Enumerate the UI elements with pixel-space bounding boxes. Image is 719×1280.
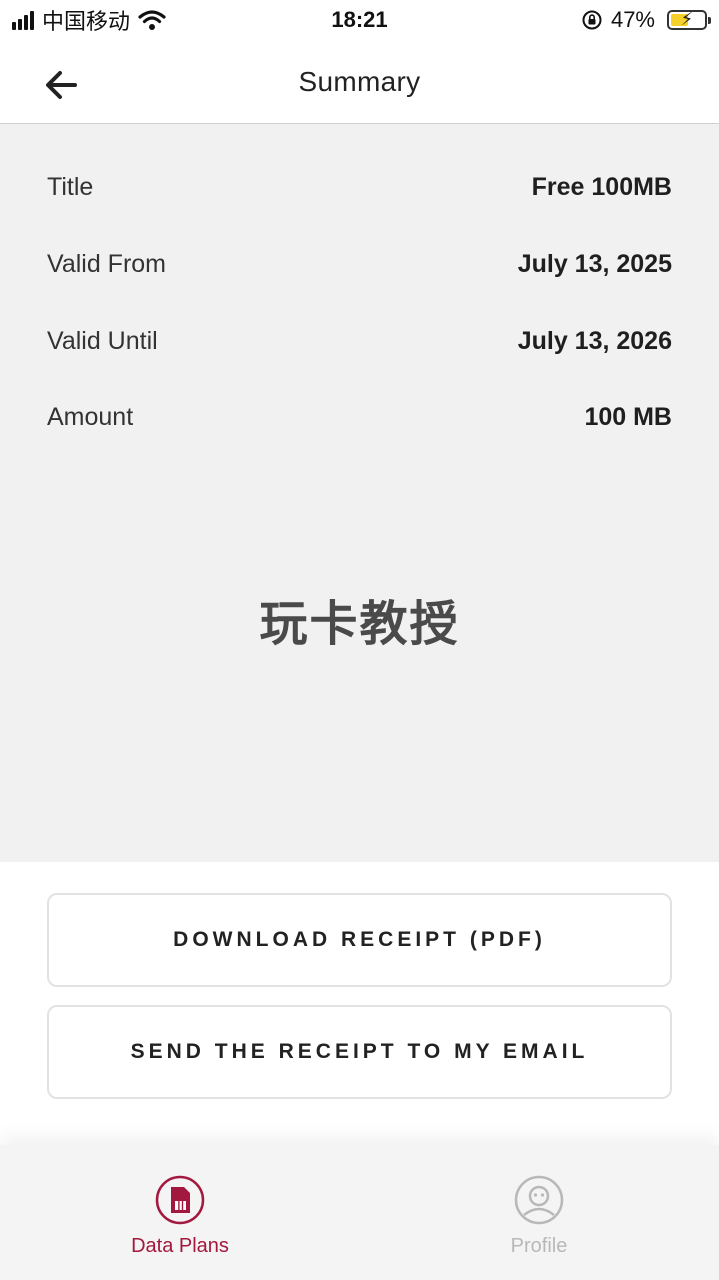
wifi-icon [138, 10, 166, 30]
row-label: Valid Until [47, 326, 158, 355]
summary-row-amount: Amount 100 MB [47, 397, 672, 437]
nav-label: Profile [510, 1235, 568, 1257]
row-label: Valid From [47, 249, 167, 278]
summary-row-valid-from: Valid From July 13, 2025 [47, 244, 672, 284]
nav-item-profile[interactable]: Profile [439, 1175, 639, 1265]
page-title: Summary [298, 65, 421, 97]
nav-item-data-plans[interactable]: Data Plans [80, 1175, 280, 1265]
email-receipt-button[interactable]: SEND THE RECEIPT TO MY EMAIL [47, 1005, 672, 1099]
battery-icon: ⚡ [667, 9, 711, 30]
download-receipt-button[interactable]: DOWNLOAD RECEIPT (PDF) [47, 893, 672, 987]
sim-card-icon [155, 1175, 205, 1225]
bottom-nav: Data Plans Profile [0, 1145, 719, 1280]
app-header: Summary [0, 40, 719, 124]
carrier-name: 中国移动 [42, 9, 131, 34]
status-bar: 中国移动 18:21 47% ⚡ [0, 0, 719, 40]
charging-bolt-icon: ⚡ [680, 9, 694, 29]
screen: 中国移动 18:21 47% ⚡ Summary Title Free 100M… [0, 0, 719, 1280]
row-value: July 13, 2025 [517, 249, 672, 278]
summary-row-title: Title Free 100MB [47, 167, 672, 207]
row-value: Free 100MB [531, 172, 672, 201]
arrow-left-icon [46, 71, 77, 99]
summary-row-valid-until: Valid Until July 13, 2026 [47, 321, 672, 361]
status-right: 47% ⚡ [581, 7, 711, 33]
row-label: Title [47, 172, 94, 201]
status-left: 中国移动 [12, 4, 166, 36]
profile-icon [514, 1175, 564, 1225]
row-label: Amount [47, 402, 134, 431]
nav-label: Data Plans [131, 1235, 229, 1257]
row-value: July 13, 2026 [517, 326, 672, 355]
rotation-lock-icon [582, 10, 602, 30]
summary-panel: Title Free 100MB Valid From July 13, 202… [0, 124, 719, 862]
cellular-signal-icon [12, 10, 34, 30]
back-button[interactable] [40, 64, 82, 106]
battery-percentage: 47% [610, 7, 655, 32]
row-value: 100 MB [584, 402, 672, 431]
watermark-text: 玩卡教授 [259, 598, 460, 651]
